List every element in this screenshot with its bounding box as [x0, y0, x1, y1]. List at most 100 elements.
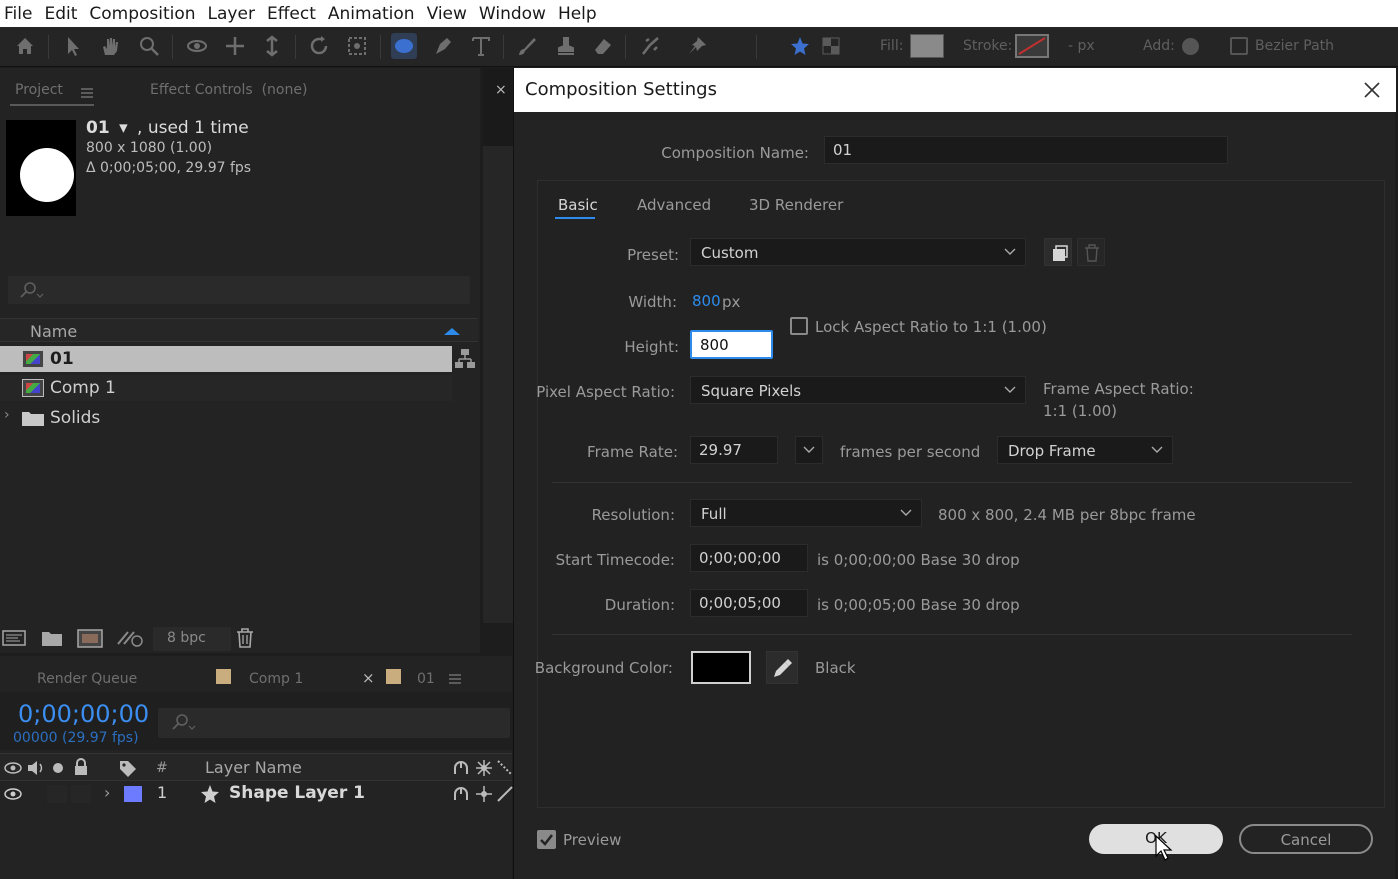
chevron-down-icon: [1004, 248, 1016, 255]
save-preset-button[interactable]: [1044, 238, 1072, 266]
preset-label: Preset:: [627, 246, 679, 264]
bit-depth-button[interactable]: 8 bpc: [153, 627, 231, 651]
timeline-search-input[interactable]: [158, 708, 510, 738]
lock-toggle[interactable]: [71, 785, 91, 803]
zoom-tool-icon[interactable]: [136, 33, 162, 59]
layer-index: 1: [157, 783, 168, 802]
menu-window[interactable]: Window: [475, 4, 554, 24]
menu-file[interactable]: File: [0, 4, 40, 24]
preset-dropdown[interactable]: Custom: [690, 238, 1026, 266]
tab-render-queue[interactable]: Render Queue: [37, 671, 137, 687]
bezier-path-checkbox[interactable]: [1230, 37, 1248, 55]
menu-animation[interactable]: Animation: [324, 4, 423, 24]
tab-advanced[interactable]: Advanced: [637, 196, 711, 214]
sort-ascending-icon: [444, 328, 460, 335]
eraser-tool-icon[interactable]: [590, 33, 616, 59]
frame-aspect-ratio-value: 1:1 (1.00): [1043, 402, 1118, 420]
menu-layer[interactable]: Layer: [204, 4, 263, 24]
column-layer-name-header[interactable]: Layer Name: [205, 758, 302, 777]
panel-menu-icon[interactable]: [80, 84, 94, 98]
anchor-point-icon[interactable]: [344, 33, 370, 59]
composition-name-input[interactable]: 01: [824, 136, 1228, 164]
layer-color-label[interactable]: [124, 786, 142, 802]
project-search-input[interactable]: [8, 276, 470, 304]
chevron-right-icon[interactable]: ›: [4, 407, 10, 423]
tab-basic[interactable]: Basic: [558, 196, 598, 214]
home-icon[interactable]: [12, 33, 38, 59]
menu-help[interactable]: Help: [554, 4, 605, 24]
ellipse-tool-icon[interactable]: [391, 33, 417, 59]
selected-item-name: 01 ▾ , used 1 time: [86, 118, 249, 138]
frame-aspect-ratio-label: Frame Aspect Ratio:: [1043, 380, 1194, 398]
frame-rate-input[interactable]: 29.97: [690, 436, 778, 464]
add-button-icon[interactable]: [1182, 38, 1199, 55]
solo-toggle[interactable]: [47, 785, 67, 803]
frame-rate-unit: frames per second: [840, 443, 981, 461]
pan-camera-icon[interactable]: [222, 33, 248, 59]
bezier-path-label: Bezier Path: [1255, 38, 1335, 54]
transparency-grid-icon[interactable]: [818, 33, 844, 59]
project-item-comp1[interactable]: Comp 1: [0, 375, 452, 401]
eyedropper-button[interactable]: [766, 651, 798, 684]
dolly-camera-icon[interactable]: [259, 33, 285, 59]
hand-tool-icon[interactable]: [97, 33, 123, 59]
label-tag-icon: [120, 761, 136, 777]
close-icon[interactable]: [1362, 80, 1382, 100]
column-name-header[interactable]: Name: [30, 322, 77, 341]
current-timecode[interactable]: 0;00;00;00: [18, 700, 149, 728]
chevron-right-icon[interactable]: ›: [104, 783, 110, 802]
background-color-swatch[interactable]: [691, 651, 751, 684]
drop-frame-dropdown[interactable]: Drop Frame: [997, 436, 1173, 464]
type-tool-icon[interactable]: [468, 33, 494, 59]
duration-input[interactable]: 0;00;05;00: [690, 589, 808, 617]
preview-checkbox[interactable]: [537, 830, 556, 849]
tab-comp1[interactable]: Comp 1: [249, 671, 303, 687]
background-color-name: Black: [815, 659, 856, 677]
delete-preset-button[interactable]: [1077, 238, 1105, 266]
orbit-camera-icon[interactable]: [184, 33, 210, 59]
height-input[interactable]: 800: [690, 330, 773, 359]
star-shape-icon: [201, 785, 219, 803]
fill-swatch[interactable]: [910, 34, 944, 58]
layer-name[interactable]: Shape Layer 1: [229, 783, 365, 803]
brush-tool-icon[interactable]: [514, 33, 540, 59]
dialog-title-bar: Composition Settings: [514, 68, 1396, 112]
cancel-button[interactable]: Cancel: [1239, 824, 1373, 854]
menu-effect[interactable]: Effect: [263, 4, 324, 24]
close-viewer-icon[interactable]: ×: [495, 82, 507, 98]
preview-label: Preview: [563, 831, 622, 849]
roto-brush-icon[interactable]: [638, 33, 664, 59]
duration-label: Duration:: [604, 596, 675, 614]
selection-tool-icon[interactable]: [60, 33, 86, 59]
clone-stamp-icon[interactable]: [553, 33, 579, 59]
tab-project[interactable]: Project: [15, 82, 63, 98]
puppet-pin-icon[interactable]: [684, 33, 710, 59]
width-value[interactable]: 800: [692, 292, 721, 310]
frame-rate-presets-button[interactable]: [795, 436, 823, 464]
stroke-width-value[interactable]: - px: [1068, 38, 1095, 54]
pixel-aspect-ratio-dropdown[interactable]: Square Pixels: [690, 376, 1026, 404]
tab-3d-renderer[interactable]: 3D Renderer: [749, 196, 843, 214]
menu-view[interactable]: View: [423, 4, 475, 24]
stroke-swatch[interactable]: [1015, 34, 1049, 58]
project-item-solids[interactable]: › Solids: [0, 405, 452, 431]
fill-star-icon[interactable]: [787, 33, 813, 59]
start-timecode-input[interactable]: 0;00;00;00: [690, 544, 808, 572]
menu-composition[interactable]: Composition: [85, 4, 203, 24]
layer-row[interactable]: › 1 Shape Layer 1: [0, 781, 513, 807]
divider: [552, 482, 1352, 483]
chevron-down-icon[interactable]: ▾: [119, 118, 128, 138]
tab-01[interactable]: 01: [417, 671, 435, 687]
resolution-dropdown[interactable]: Full: [690, 499, 922, 527]
project-item-01[interactable]: 01: [0, 346, 452, 372]
rotate-tool-icon[interactable]: [306, 33, 332, 59]
pen-tool-icon[interactable]: [430, 33, 456, 59]
fill-label: Fill:: [880, 38, 904, 54]
dialog-title: Composition Settings: [525, 79, 717, 100]
close-tab-icon[interactable]: ×: [362, 669, 375, 687]
tab-effect-controls[interactable]: Effect Controls (none): [150, 82, 307, 98]
menu-edit[interactable]: Edit: [40, 4, 85, 24]
chevron-down-icon: [1151, 446, 1163, 453]
duration-info: is 0;00;05;00 Base 30 drop: [817, 596, 1020, 614]
lock-aspect-checkbox[interactable]: [790, 317, 808, 335]
